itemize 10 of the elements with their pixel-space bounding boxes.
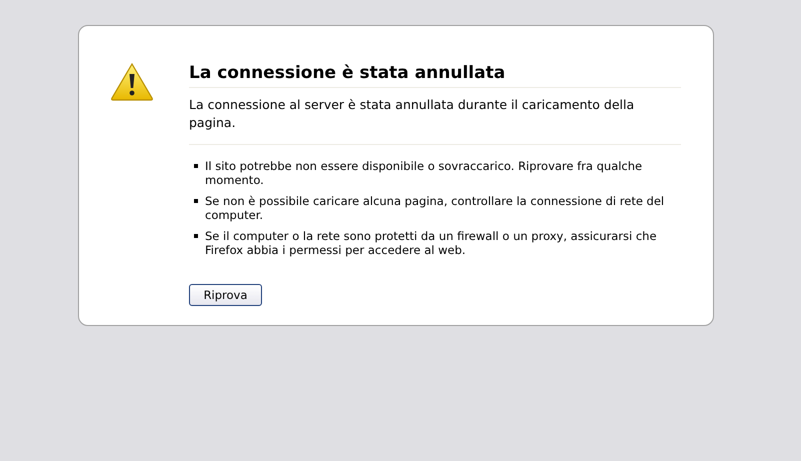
retry-button[interactable]: Riprova xyxy=(189,284,262,306)
bullet-icon xyxy=(194,164,198,168)
suggestion-text: Se non è possibile caricare alcuna pagina, controllare la connessione di rete del computer. xyxy=(205,194,665,222)
suggestion-text: Se il computer o la rete sono protetti da un firewall o un proxy, assicurarsi che Firefox abbia i permessi per accedere al web. xyxy=(205,229,658,257)
bullet-icon xyxy=(194,234,198,238)
warning-icon xyxy=(110,62,154,102)
error-description: La connessione al server è stata annullata durante il caricamento della pagina. xyxy=(189,96,681,145)
error-title: La connessione è stata annullata xyxy=(189,62,681,88)
suggestion-text: Il sito potrebbe non essere disponibile o sovraccarico. Riprovare fra qualche momento. xyxy=(205,159,644,187)
bullet-icon xyxy=(194,199,198,203)
